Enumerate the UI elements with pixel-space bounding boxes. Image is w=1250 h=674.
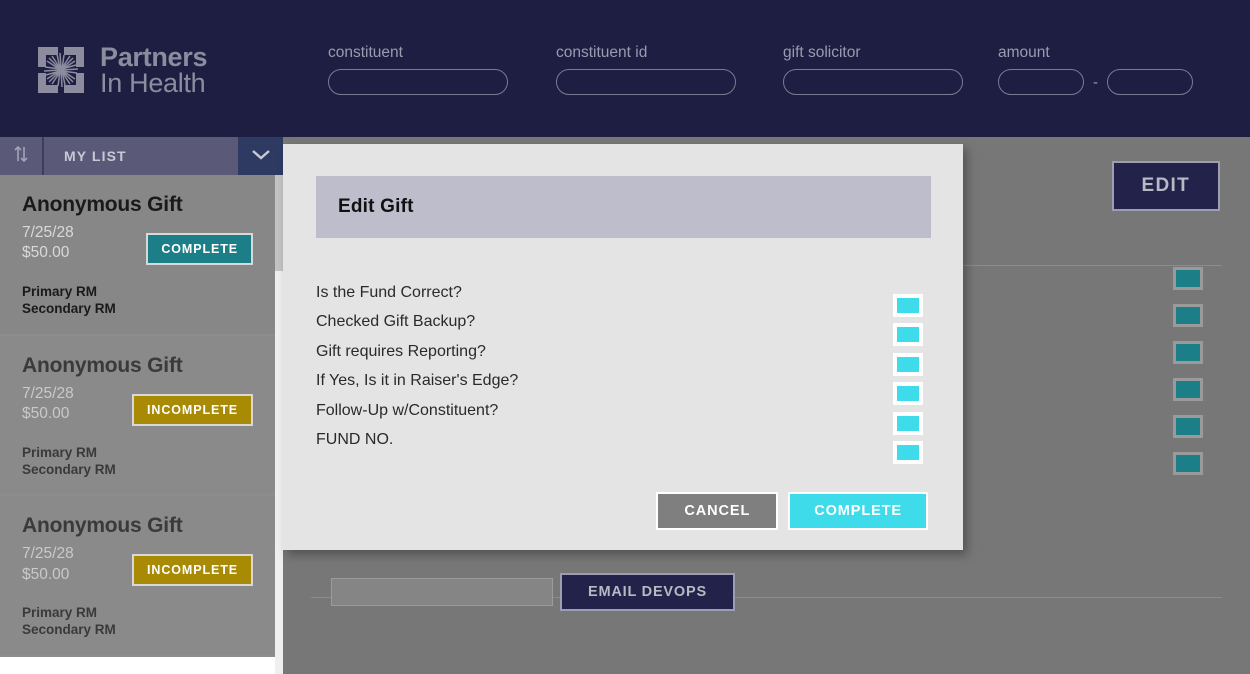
amount-range-separator: - [1093, 73, 1098, 91]
constituent-input[interactable] [328, 69, 508, 95]
filter-amount-label: amount [998, 44, 1050, 61]
constituent-id-input[interactable] [556, 69, 736, 95]
status-badge: INCOMPLETE [132, 393, 253, 426]
modal-checklist: Is the Fund Correct? Checked Gift Backup… [316, 284, 931, 464]
filter-constituent-id-label: constituent id [556, 44, 648, 61]
gift-card-date: 7/25/28 [22, 224, 74, 241]
detail-checkbox[interactable] [1173, 341, 1203, 364]
filter-gift-solicitor: gift solicitor [783, 44, 963, 95]
pih-hands-logo-icon [36, 45, 86, 96]
detail-checkbox[interactable] [1173, 415, 1203, 438]
detail-checkbox[interactable] [1173, 304, 1203, 327]
filter-constituent: constituent [328, 44, 508, 95]
checklist-checkbox[interactable] [893, 440, 923, 464]
status-badge: COMPLETE [146, 233, 253, 265]
secondary-rm: Secondary RM [22, 622, 116, 638]
my-list-label: MY LIST [64, 148, 127, 164]
checklist-label: If Yes, Is it in Raiser's Edge? [316, 372, 519, 390]
primary-rm: Primary RM [22, 284, 98, 299]
status-badge: INCOMPLETE [132, 554, 253, 587]
gift-card-body: 7/25/28 $50.00 INCOMPLETE [22, 544, 253, 587]
gift-card[interactable]: Anonymous Gift 7/25/28 $50.00 COMPLETE P… [0, 175, 275, 336]
amount-max-input[interactable] [1107, 69, 1193, 95]
brand-line-2: In Health [100, 68, 206, 99]
cancel-button[interactable]: CANCEL [656, 492, 779, 530]
gift-card-meta: 7/25/28 $50.00 [22, 544, 74, 585]
gift-card-rm: Primary RM Secondary RM [22, 283, 253, 318]
my-list-button[interactable]: MY LIST [44, 137, 238, 175]
gift-card-amount: $50.00 [22, 244, 70, 262]
checklist-row: If Yes, Is it in Raiser's Edge? [316, 372, 931, 406]
detail-checkbox[interactable] [1173, 267, 1203, 290]
gift-card-list[interactable]: Anonymous Gift 7/25/28 $50.00 COMPLETE P… [0, 175, 283, 674]
sort-up-down-icon [11, 144, 31, 169]
checklist-row: FUND NO. [316, 430, 931, 464]
detail-checkbox-column [1173, 267, 1203, 475]
checklist-label: Checked Gift Backup? [316, 313, 476, 331]
detail-checkbox[interactable] [1173, 378, 1203, 401]
gift-card-rm: Primary RM Secondary RM [22, 604, 253, 639]
email-devops-row: EMAIL DEVOPS [331, 573, 735, 611]
checklist-row: Gift requires Reporting? [316, 342, 931, 376]
gift-card-body: 7/25/28 $50.00 INCOMPLETE [22, 384, 253, 426]
gift-card-meta: 7/25/28 $50.00 [22, 223, 74, 264]
modal-titlebar: Edit Gift [316, 176, 931, 238]
modal-actions: CANCEL COMPLETE [656, 492, 928, 530]
secondary-rm: Secondary RM [22, 461, 116, 477]
checklist-label: FUND NO. [316, 430, 394, 448]
sort-button[interactable] [0, 137, 44, 175]
brand-line-1: Partners [100, 42, 208, 72]
detail-toolbar: EDIT [1111, 161, 1220, 211]
gift-card-date: 7/25/28 [22, 384, 74, 402]
gift-card-rm: Primary RM Secondary RM [22, 444, 253, 479]
primary-rm: Primary RM [22, 444, 98, 460]
filter-amount: amount - [998, 44, 1193, 95]
checklist-label: Is the Fund Correct? [316, 284, 462, 301]
gift-card-date: 7/25/28 [22, 545, 74, 563]
secondary-rm: Secondary RM [22, 301, 116, 317]
amount-range-row: - [998, 69, 1193, 95]
email-devops-button[interactable]: EMAIL DEVOPS [560, 573, 735, 611]
checklist-row: Checked Gift Backup? [316, 313, 931, 347]
modal-title: Edit Gift [338, 196, 414, 217]
edit-gift-modal: Edit Gift Is the Fund Correct? Checked G… [283, 144, 963, 550]
detail-checkbox[interactable] [1173, 452, 1203, 475]
checklist-row: Is the Fund Correct? [316, 284, 931, 317]
filter-gift-solicitor-label: gift solicitor [783, 44, 861, 61]
gift-list-panel: MY LIST Anonymous Gift 7/25/28 $50.00 CO… [0, 137, 283, 674]
gift-card-title: Anonymous Gift [22, 353, 183, 377]
gift-card-amount: $50.00 [22, 565, 70, 583]
list-toolbar: MY LIST [0, 137, 283, 175]
checklist-label: Follow-Up w/Constituent? [316, 401, 499, 419]
list-dropdown-button[interactable] [238, 137, 283, 175]
edit-button[interactable]: EDIT [1111, 161, 1220, 211]
list-scrollbar[interactable] [275, 175, 283, 674]
filter-constituent-id: constituent id [556, 44, 736, 95]
gift-solicitor-input[interactable] [783, 69, 963, 95]
brand: Partners In Health [36, 42, 208, 99]
gift-card[interactable]: Anonymous Gift 7/25/28 $50.00 INCOMPLETE… [0, 335, 275, 497]
app-root: Partners In Health constituent constitue… [0, 0, 1250, 674]
gift-card-meta: 7/25/28 $50.00 [22, 384, 74, 425]
checklist-label: Gift requires Reporting? [316, 342, 486, 360]
primary-rm: Primary RM [22, 605, 98, 621]
gift-card-amount: $50.00 [22, 404, 70, 422]
devops-input[interactable] [331, 578, 553, 606]
amount-min-input[interactable] [998, 69, 1084, 95]
gift-card-body: 7/25/28 $50.00 COMPLETE [22, 223, 253, 265]
gift-card-title: Anonymous Gift [22, 193, 183, 216]
checklist-row: Follow-Up w/Constituent? [316, 401, 931, 435]
app-header: Partners In Health constituent constitue… [0, 0, 1250, 137]
filter-constituent-label: constituent [328, 44, 403, 61]
chevron-down-icon [250, 147, 272, 166]
complete-button[interactable]: COMPLETE [788, 492, 928, 530]
brand-text: Partners In Health [100, 42, 208, 99]
gift-card[interactable]: Anonymous Gift 7/25/28 $50.00 INCOMPLETE… [0, 496, 275, 657]
gift-card-title: Anonymous Gift [22, 514, 183, 538]
list-scrollbar-thumb[interactable] [275, 175, 283, 271]
